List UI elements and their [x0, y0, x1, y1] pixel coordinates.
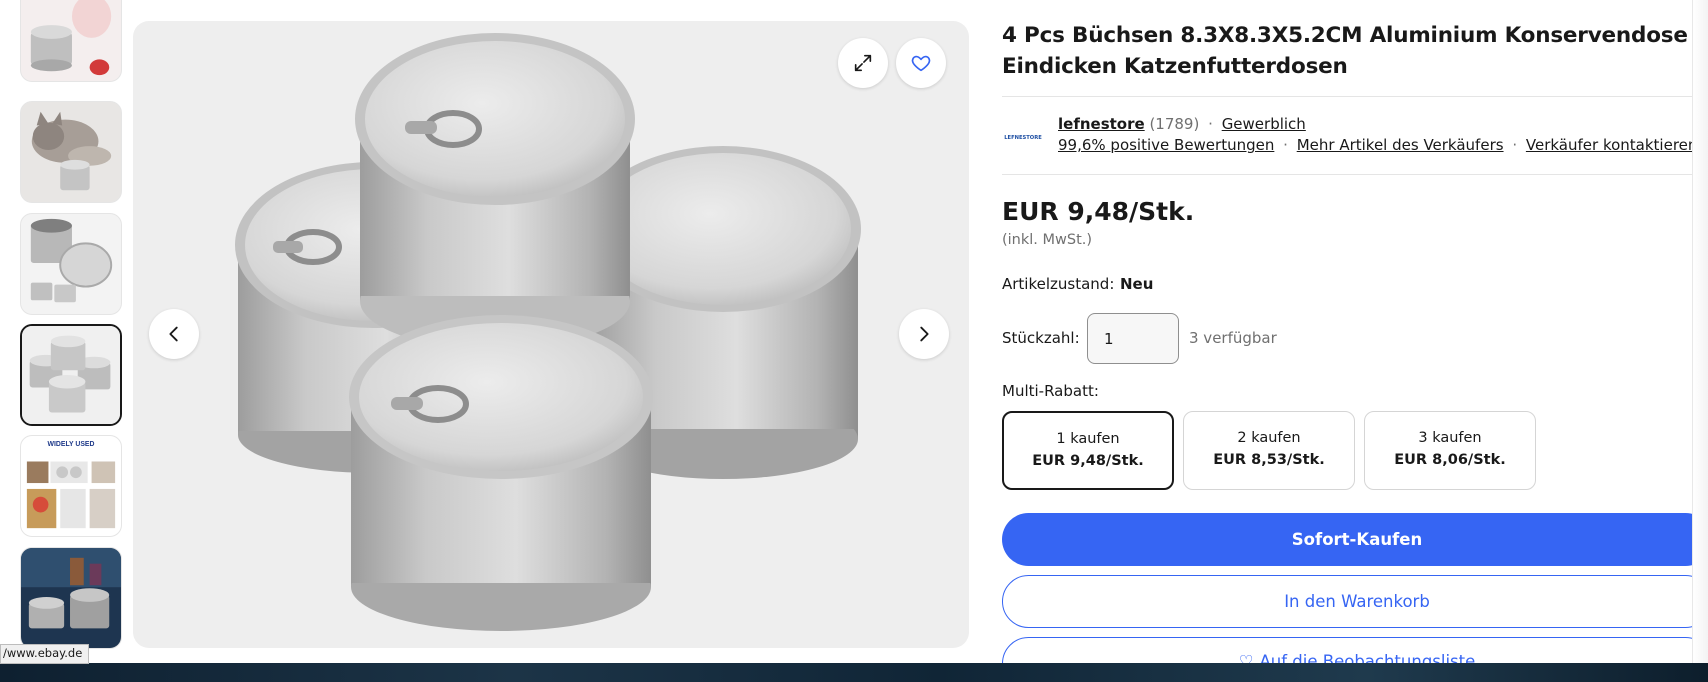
- thumbnail-3-image: [21, 214, 121, 314]
- thumbnail-3[interactable]: [20, 213, 122, 315]
- seller-logo-text: LEFNESTORE: [1004, 135, 1042, 141]
- thumbnail-1[interactable]: [20, 0, 122, 82]
- quantity-label: Stückzahl:: [1002, 329, 1080, 347]
- seller-type-link[interactable]: Gewerblich: [1222, 115, 1306, 133]
- product-info-panel: 4 Pcs Büchsen 8.3X8.3X5.2CM Aluminium Ko…: [1002, 0, 1708, 682]
- quantity-input[interactable]: [1087, 313, 1179, 364]
- chevron-right-icon: [920, 326, 929, 342]
- divider: [1002, 96, 1708, 97]
- thumbnail-4-image: [22, 326, 120, 424]
- seller-logo[interactable]: LEFNESTORE: [1002, 122, 1044, 150]
- product-title: 4 Pcs Büchsen 8.3X8.3X5.2CM Aluminium Ko…: [1002, 23, 1688, 79]
- previous-image-button[interactable]: [149, 309, 199, 359]
- discount-tier-1[interactable]: 1 kaufen EUR 9,48/Stk.: [1002, 411, 1174, 490]
- seller-logo-mark: LEFNESTORE: [1004, 135, 1042, 141]
- add-to-cart-button[interactable]: In den Warenkorb: [1002, 575, 1708, 628]
- heart-icon: [911, 55, 931, 72]
- separator-dot: ·: [1512, 136, 1518, 154]
- seller-rating-count: (1789): [1149, 115, 1200, 133]
- seller-info-line-1: lefnestore (1789) · Gewerblich: [1058, 115, 1306, 133]
- next-image-button[interactable]: [899, 309, 949, 359]
- thumbnail-6-image: [21, 548, 121, 648]
- expand-icon: [854, 54, 872, 72]
- thumbnail-5[interactable]: WIDELY USED: [20, 435, 122, 537]
- thumbnail-4-active[interactable]: [20, 324, 122, 426]
- tier-quantity: 2 kaufen: [1237, 430, 1301, 446]
- aluminium-cans-illustration: [235, 33, 861, 631]
- discount-tier-2[interactable]: 2 kaufen EUR 8,53/Stk.: [1183, 411, 1355, 490]
- positive-feedback-link[interactable]: 99,6% positive Bewertungen: [1058, 136, 1274, 154]
- thumbnail-2[interactable]: [20, 101, 122, 203]
- thumbnail-5-banner: WIDELY USED: [48, 441, 95, 448]
- seller-name-link[interactable]: lefnestore: [1058, 115, 1145, 133]
- price: EUR 9,48/Stk.: [1002, 197, 1195, 226]
- separator-dot: ·: [1283, 136, 1288, 154]
- condition-value: Neu: [1120, 275, 1154, 293]
- chevron-left-icon: [169, 326, 178, 342]
- quantity-available: 3 verfügbar: [1189, 329, 1277, 347]
- buy-now-button[interactable]: Sofort-Kaufen: [1002, 513, 1708, 566]
- tier-quantity: 1 kaufen: [1056, 431, 1120, 447]
- tier-price: EUR 8,53/Stk.: [1213, 452, 1325, 468]
- more-items-link[interactable]: Mehr Artikel des Verkäufers: [1297, 136, 1504, 154]
- status-bar-url: /www.ebay.de: [0, 644, 90, 664]
- divider: [1002, 174, 1708, 175]
- favorite-button[interactable]: [896, 38, 946, 88]
- can-front-bottom: [349, 315, 653, 631]
- tier-price: EUR 8,06/Stk.: [1394, 452, 1506, 468]
- separator-dot: ·: [1208, 115, 1213, 133]
- thumbnail-2-image: [21, 102, 121, 202]
- tier-price: EUR 9,48/Stk.: [1032, 453, 1144, 469]
- multi-discount-label: Multi-Rabatt:: [1002, 382, 1099, 400]
- can-top-center: [355, 33, 635, 349]
- vat-note: (inkl. MwSt.): [1002, 232, 1093, 248]
- scrollbar[interactable]: [1692, 0, 1708, 663]
- thumbnail-5-image: WIDELY USED: [21, 436, 121, 536]
- discount-tier-3[interactable]: 3 kaufen EUR 8,06/Stk.: [1364, 411, 1536, 490]
- tier-quantity: 3 kaufen: [1418, 430, 1482, 446]
- thumbnail-6[interactable]: [20, 547, 122, 649]
- condition-label: Artikelzustand:: [1002, 275, 1115, 293]
- thumbnail-1-image: [21, 0, 121, 81]
- expand-button[interactable]: [838, 38, 888, 88]
- seller-info-line-2: 99,6% positive Bewertungen · Mehr Artike…: [1058, 136, 1697, 154]
- contact-seller-link[interactable]: Verkäufer kontaktieren: [1526, 136, 1698, 154]
- main-product-image[interactable]: [133, 21, 969, 648]
- desktop-background-strip: [0, 663, 1708, 682]
